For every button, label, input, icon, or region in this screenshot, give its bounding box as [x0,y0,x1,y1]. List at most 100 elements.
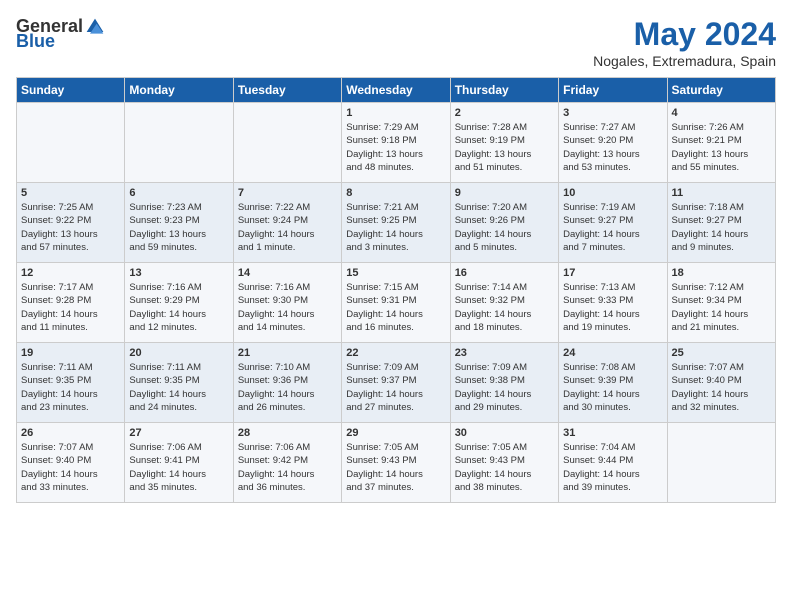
day-number: 2 [455,107,554,119]
calendar-week-2: 5 Sunrise: 7:25 AM Sunset: 9:22 PM Daylig… [17,183,776,263]
calendar-cell [125,103,233,183]
calendar-cell: 22Sunrise: 7:09 AM Sunset: 9:37 PM Dayli… [342,343,450,423]
calendar-cell: 17 Sunrise: 7:13 AM Sunset: 9:33 PM Dayli… [559,263,667,343]
calendar-cell: 15 Sunrise: 7:15 AM Sunset: 9:31 PM Dayli… [342,263,450,343]
calendar-cell: 4 Sunrise: 7:26 AM Sunset: 9:21 PM Daylig… [667,103,775,183]
day-info: Sunrise: 7:23 AM Sunset: 9:23 PM Dayligh… [129,201,228,254]
day-number: 11 [672,187,771,199]
calendar-cell: 13Sunrise: 7:16 AM Sunset: 9:29 PM Dayli… [125,263,233,343]
calendar-header-sunday: Sunday [17,78,125,103]
day-number: 22 [346,347,445,359]
day-info: Sunrise: 7:25 AM Sunset: 9:22 PM Dayligh… [21,201,120,254]
day-info: Sunrise: 7:13 AM Sunset: 9:33 PM Dayligh… [563,281,662,334]
day-info: Sunrise: 7:07 AM Sunset: 9:40 PM Dayligh… [21,441,120,494]
day-info: Sunrise: 7:10 AM Sunset: 9:36 PM Dayligh… [238,361,337,414]
day-number: 26 [21,427,120,439]
day-number: 1 [346,107,445,119]
calendar-cell: 20 Sunrise: 7:11 AM Sunset: 9:35 PM Dayli… [125,343,233,423]
day-number: 4 [672,107,771,119]
day-number: 9 [455,187,554,199]
calendar-cell: 27 Sunrise: 7:06 AM Sunset: 9:41 PM Dayli… [125,423,233,503]
calendar-cell: 30 Sunrise: 7:05 AM Sunset: 9:43 PM Dayli… [450,423,558,503]
day-info: Sunrise: 7:14 AM Sunset: 9:32 PM Dayligh… [455,281,554,334]
day-info: Sunrise: 7:12 AM Sunset: 9:34 PM Dayligh… [672,281,771,334]
day-info: Sunrise: 7:19 AM Sunset: 9:27 PM Dayligh… [563,201,662,254]
day-number: 5 [21,187,120,199]
calendar-cell: 29 Sunrise: 7:05 AM Sunset: 9:43 PM Dayli… [342,423,450,503]
day-number: 8 [346,187,445,199]
day-number: 21 [238,347,337,359]
day-info: Sunrise: 7:04 AM Sunset: 9:44 PM Dayligh… [563,441,662,494]
calendar-header-friday: Friday [559,78,667,103]
day-number: 15 [346,267,445,279]
calendar-week-3: 12Sunrise: 7:17 AM Sunset: 9:28 PM Dayli… [17,263,776,343]
day-info: Sunrise: 7:06 AM Sunset: 9:41 PM Dayligh… [129,441,228,494]
logo-icon [85,17,105,37]
calendar-header-wednesday: Wednesday [342,78,450,103]
calendar-cell: 8 Sunrise: 7:21 AM Sunset: 9:25 PM Daylig… [342,183,450,263]
day-info: Sunrise: 7:11 AM Sunset: 9:35 PM Dayligh… [21,361,120,414]
day-info: Sunrise: 7:18 AM Sunset: 9:27 PM Dayligh… [672,201,771,254]
day-info: Sunrise: 7:05 AM Sunset: 9:43 PM Dayligh… [346,441,445,494]
day-number: 12 [21,267,120,279]
day-number: 31 [563,427,662,439]
calendar-cell: 1 Sunrise: 7:29 AM Sunset: 9:18 PM Daylig… [342,103,450,183]
calendar-cell: 14 Sunrise: 7:16 AM Sunset: 9:30 PM Dayli… [233,263,341,343]
day-info: Sunrise: 7:16 AM Sunset: 9:30 PM Dayligh… [238,281,337,334]
calendar-cell [667,423,775,503]
day-number: 7 [238,187,337,199]
day-number: 27 [129,427,228,439]
calendar-table: SundayMondayTuesdayWednesdayThursdayFrid… [16,77,776,503]
logo-blue: Blue [16,31,55,52]
calendar-cell: 21 Sunrise: 7:10 AM Sunset: 9:36 PM Dayli… [233,343,341,423]
day-info: Sunrise: 7:09 AM Sunset: 9:38 PM Dayligh… [455,361,554,414]
calendar-cell: 23 Sunrise: 7:09 AM Sunset: 9:38 PM Dayli… [450,343,558,423]
day-info: Sunrise: 7:26 AM Sunset: 9:21 PM Dayligh… [672,121,771,174]
calendar-cell: 3 Sunrise: 7:27 AM Sunset: 9:20 PM Daylig… [559,103,667,183]
day-info: Sunrise: 7:22 AM Sunset: 9:24 PM Dayligh… [238,201,337,254]
day-number: 16 [455,267,554,279]
day-info: Sunrise: 7:06 AM Sunset: 9:42 PM Dayligh… [238,441,337,494]
day-info: Sunrise: 7:21 AM Sunset: 9:25 PM Dayligh… [346,201,445,254]
calendar-cell: 10Sunrise: 7:19 AM Sunset: 9:27 PM Dayli… [559,183,667,263]
day-number: 18 [672,267,771,279]
calendar-header-row: SundayMondayTuesdayWednesdayThursdayFrid… [17,78,776,103]
day-info: Sunrise: 7:20 AM Sunset: 9:26 PM Dayligh… [455,201,554,254]
day-number: 30 [455,427,554,439]
day-number: 25 [672,347,771,359]
day-number: 29 [346,427,445,439]
day-info: Sunrise: 7:27 AM Sunset: 9:20 PM Dayligh… [563,121,662,174]
day-number: 14 [238,267,337,279]
calendar-cell: 2 Sunrise: 7:28 AM Sunset: 9:19 PM Daylig… [450,103,558,183]
day-info: Sunrise: 7:07 AM Sunset: 9:40 PM Dayligh… [672,361,771,414]
logo: General Blue [16,16,105,52]
calendar-cell: 25 Sunrise: 7:07 AM Sunset: 9:40 PM Dayli… [667,343,775,423]
calendar-cell: 12Sunrise: 7:17 AM Sunset: 9:28 PM Dayli… [17,263,125,343]
page-header: General Blue May 2024 Nogales, Extremadu… [16,16,776,69]
title-block: May 2024 Nogales, Extremadura, Spain [593,16,776,69]
day-info: Sunrise: 7:29 AM Sunset: 9:18 PM Dayligh… [346,121,445,174]
day-number: 20 [129,347,228,359]
calendar-cell: 18 Sunrise: 7:12 AM Sunset: 9:34 PM Dayli… [667,263,775,343]
location: Nogales, Extremadura, Spain [593,53,776,69]
day-number: 23 [455,347,554,359]
day-info: Sunrise: 7:11 AM Sunset: 9:35 PM Dayligh… [129,361,228,414]
calendar-cell: 28Sunrise: 7:06 AM Sunset: 9:42 PM Dayli… [233,423,341,503]
calendar-cell: 9 Sunrise: 7:20 AM Sunset: 9:26 PM Daylig… [450,183,558,263]
calendar-header-tuesday: Tuesday [233,78,341,103]
calendar-header-monday: Monday [125,78,233,103]
day-info: Sunrise: 7:05 AM Sunset: 9:43 PM Dayligh… [455,441,554,494]
day-info: Sunrise: 7:08 AM Sunset: 9:39 PM Dayligh… [563,361,662,414]
day-info: Sunrise: 7:28 AM Sunset: 9:19 PM Dayligh… [455,121,554,174]
day-number: 19 [21,347,120,359]
calendar-cell: 19 Sunrise: 7:11 AM Sunset: 9:35 PM Dayli… [17,343,125,423]
day-number: 3 [563,107,662,119]
day-number: 17 [563,267,662,279]
calendar-week-5: 26 Sunrise: 7:07 AM Sunset: 9:40 PM Dayli… [17,423,776,503]
day-info: Sunrise: 7:15 AM Sunset: 9:31 PM Dayligh… [346,281,445,334]
day-number: 13 [129,267,228,279]
calendar-body: 1 Sunrise: 7:29 AM Sunset: 9:18 PM Daylig… [17,103,776,503]
month-title: May 2024 [593,16,776,53]
calendar-header-thursday: Thursday [450,78,558,103]
calendar-cell: 24Sunrise: 7:08 AM Sunset: 9:39 PM Dayli… [559,343,667,423]
